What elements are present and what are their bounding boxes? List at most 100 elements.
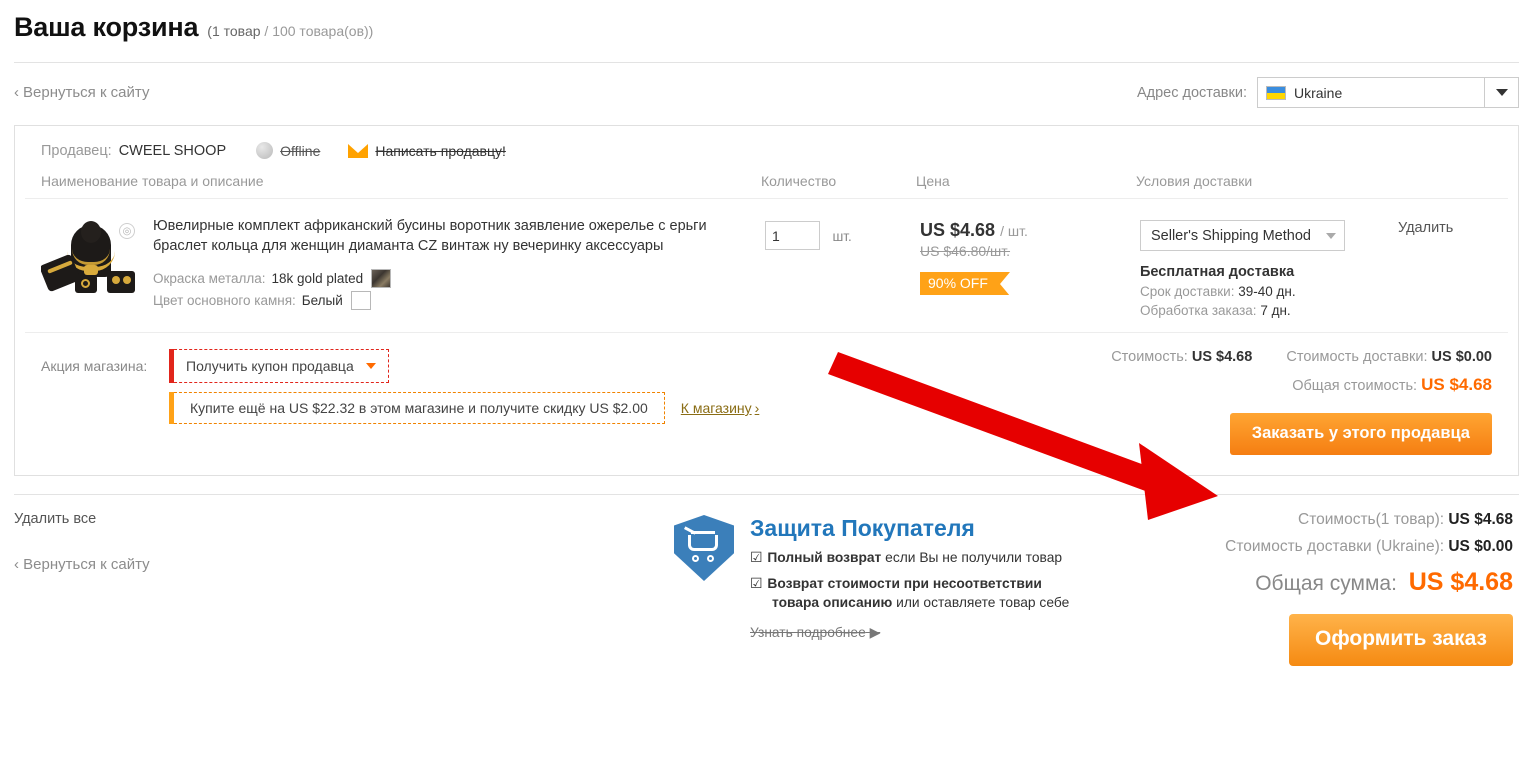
product-info: Ювелирные комплект африканский бусины во…	[153, 217, 765, 318]
summary-subtotal-value: US $4.68	[1448, 511, 1513, 528]
country-name: Ukraine	[1294, 84, 1343, 101]
free-shipping-label: Бесплатная доставка	[1140, 264, 1295, 280]
country-select-arrow[interactable]	[1484, 78, 1518, 107]
back-to-site-link-top[interactable]: ‹ Вернуться к сайту	[14, 84, 149, 101]
chevron-down-icon	[365, 363, 376, 369]
cart-count: (1 товар / 100 товара(ов))	[207, 23, 373, 39]
delete-item-link[interactable]: Удалить	[1398, 220, 1453, 318]
protection-item-2-bold: Возврат стоимости при несоответствии	[767, 576, 1042, 591]
protection-item-2-line2: товара описанию или оставляете товар себ…	[772, 593, 1069, 612]
price-original: US $46.80/шт.	[920, 243, 1011, 259]
column-header-quantity: Количество	[761, 173, 837, 189]
price-column: US $4.68 / шт. US $46.80/шт. 90% OFF	[920, 217, 1140, 318]
summary-shipping-label: Стоимость доставки (Ukraine):	[1225, 538, 1445, 555]
get-seller-coupon-label: Получить купон продавца	[186, 358, 354, 374]
coupon-row: Акция магазина: Получить купон продавца	[41, 349, 831, 383]
seller-totals: Стоимость: US $4.68 Стоимость доставки: …	[831, 349, 1508, 455]
delivery-time-label: Срок доставки:	[1140, 284, 1235, 299]
checkout-button[interactable]: Оформить заказ	[1288, 614, 1513, 666]
processing-time-value: 7 дн.	[1260, 303, 1291, 318]
chevron-down-icon	[1495, 89, 1508, 96]
price-current-value: US $4.68	[920, 220, 996, 240]
processing-time-label: Обработка заказа:	[1140, 303, 1257, 318]
summary-subtotal-label: Стоимость(1 товар):	[1298, 511, 1445, 528]
protection-item-2: ☑ Возврат стоимости при несоответствии то…	[750, 574, 1069, 612]
seller-shipping-value: US $0.00	[1431, 349, 1492, 365]
delivery-time: Срок доставки: 39-40 дн.	[1140, 284, 1390, 299]
watermark-logo-icon: ◎	[119, 223, 135, 239]
chevron-down-icon	[1326, 232, 1336, 239]
cart-title: Ваша корзина	[14, 12, 199, 42]
product-title[interactable]: Ювелирные комплект африканский бусины во…	[153, 217, 711, 256]
order-from-seller-button[interactable]: Заказать у этого продавца	[1229, 413, 1492, 455]
quantity-input[interactable]	[765, 221, 820, 250]
seller-row: Продавец: CWEEL SHOOP Offline Написать п…	[15, 126, 1518, 159]
go-to-store-link[interactable]: К магазину ›	[681, 400, 760, 416]
seller-card: Продавец: CWEEL SHOOP Offline Написать п…	[14, 125, 1519, 476]
summary-grand-total-value: US $4.68	[1408, 568, 1513, 596]
attribute-stone-color-key: Цвет основного камня:	[153, 293, 296, 308]
shipping-details: Seller's Shipping Method Бесплатная дост…	[1140, 220, 1390, 318]
get-seller-coupon-button[interactable]: Получить купон продавца	[169, 349, 389, 383]
product-row: ◎ Ювелирные комплект африканский бусины …	[15, 199, 1518, 332]
seller-subtotal-row: Стоимость: US $4.68 Стоимость доставки: …	[831, 349, 1492, 365]
offer-row: Купите ещё на US $22.32 в этом магазине …	[169, 392, 831, 424]
contact-seller-label: Написать продавцу!	[375, 142, 506, 159]
summary-subtotal-row: Стоимость(1 товар): US $4.68	[1144, 511, 1513, 529]
attribute-stone-color-value: Белый	[301, 293, 343, 308]
product-thumbnail[interactable]: ◎	[41, 217, 141, 294]
back-to-site-label-top: Вернуться к сайту	[23, 84, 150, 101]
cart-summary: Стоимость(1 товар): US $4.68 Стоимость д…	[1144, 511, 1519, 666]
country-select-value: Ukraine	[1258, 78, 1484, 107]
buyer-protection-shield-icon	[674, 515, 734, 581]
white-swatch-icon	[350, 291, 371, 310]
checkbox-checked-icon: ☑	[750, 576, 763, 591]
attribute-metal-color-key: Окраска металла:	[153, 271, 266, 286]
remove-all-link[interactable]: Удалить все	[14, 511, 674, 527]
address-row: ‹ Вернуться к сайту Адрес доставки: Ukrai…	[0, 63, 1533, 108]
attribute-stone-color: Цвет основного камня: Белый	[153, 291, 765, 310]
chevron-left-icon: ‹	[14, 84, 19, 101]
column-header-shipping: Условия доставки	[1136, 173, 1253, 189]
column-header-name: Наименование товара и описание	[41, 173, 264, 189]
footer: Удалить все ‹ Вернуться к сайту Защита П…	[0, 495, 1533, 666]
triangle-right-icon: ▶	[869, 625, 881, 640]
back-to-site-label-bottom: Вернуться к сайту	[23, 556, 150, 573]
protection-item-1: ☑ Полный возврат если Вы не получили това…	[750, 548, 1069, 567]
gold-plated-swatch-icon	[371, 269, 392, 288]
footer-links: Удалить все ‹ Вернуться к сайту	[14, 511, 674, 666]
summary-grand-total-row: Общая сумма: US $4.68	[1144, 568, 1513, 597]
seller-total-label: Общая стоимость:	[1292, 378, 1418, 394]
learn-more-link[interactable]: Узнать подробнее ▶	[750, 625, 1069, 641]
promo-and-totals-row: Акция магазина: Получить купон продавца …	[15, 333, 1518, 475]
back-to-site-link-bottom[interactable]: ‹ Вернуться к сайту	[14, 556, 674, 573]
attribute-metal-color: Окраска металла: 18k gold plated	[153, 269, 765, 288]
store-offer-banner: Купите ещё на US $22.32 в этом магазине …	[169, 392, 665, 424]
buyer-protection: Защита Покупателя ☑ Полный возврат если В…	[674, 511, 1144, 666]
ukraine-flag-icon	[1266, 85, 1286, 100]
buyer-protection-text: Защита Покупателя ☑ Полный возврат если В…	[750, 515, 1069, 666]
column-header-price: Цена	[916, 173, 950, 189]
summary-shipping-value: US $0.00	[1448, 538, 1513, 555]
contact-seller-link[interactable]: Написать продавцу!	[348, 143, 506, 159]
seller-label: Продавец:	[41, 142, 112, 159]
checkbox-checked-icon: ☑	[750, 550, 763, 565]
shipping-method-select[interactable]: Seller's Shipping Method	[1140, 220, 1345, 251]
store-promo-label: Акция магазина:	[41, 358, 148, 374]
seller-name[interactable]: CWEEL SHOOP	[119, 143, 226, 159]
seller-total-row: Общая стоимость: US $4.68	[831, 375, 1492, 395]
delivery-time-value: 39-40 дн.	[1238, 284, 1296, 299]
seller-status: Offline	[256, 142, 320, 159]
discount-badge: 90% OFF	[920, 272, 1010, 296]
cart-count-separator: /	[264, 23, 269, 39]
country-select[interactable]: Ukraine	[1257, 77, 1519, 108]
price-current-unit: / шт.	[1000, 223, 1028, 239]
product-attributes: Окраска металла: 18k gold plated Цвет ос…	[153, 269, 765, 310]
learn-more-label: Узнать подробнее	[750, 625, 866, 640]
offline-dot-icon	[256, 142, 274, 159]
cart-count-total: 100 товара(ов))	[272, 23, 374, 39]
chevron-right-icon: ›	[754, 400, 760, 416]
quantity-column: шт.	[765, 217, 920, 318]
cart-count-items: (1 товар	[207, 23, 261, 39]
buyer-protection-title: Защита Покупателя	[750, 515, 975, 541]
